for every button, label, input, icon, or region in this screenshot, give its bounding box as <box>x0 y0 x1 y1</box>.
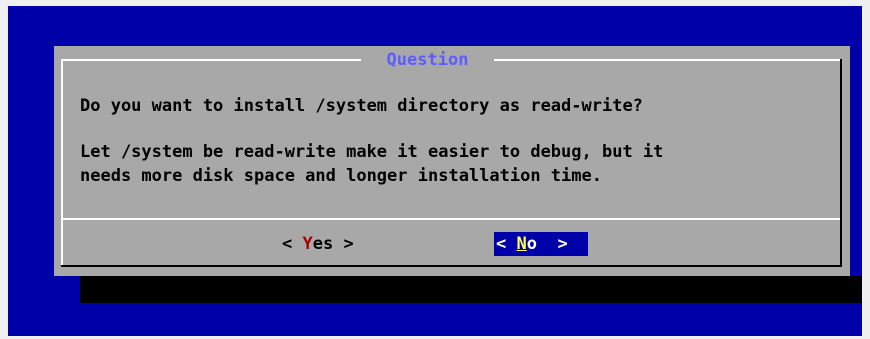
yes-button-open-bracket: < <box>282 234 303 254</box>
button-separator <box>63 218 840 220</box>
yes-button-label: es <box>312 234 334 254</box>
detail-text-line-1: Let /system be read-write make it easier… <box>80 142 664 162</box>
yes-button[interactable]: < Yes > <box>280 232 356 256</box>
no-button[interactable]: < No > <box>494 232 588 256</box>
frame-bottom <box>61 265 842 267</box>
no-button-label: o <box>526 234 537 254</box>
frame-top-left <box>61 59 361 61</box>
no-button-open-bracket: < <box>496 234 517 254</box>
frame-right <box>840 59 842 267</box>
button-separator-end <box>840 218 842 220</box>
frame-top-right <box>494 59 840 61</box>
no-button-close-bracket: > <box>536 234 568 254</box>
question-text: Do you want to install /system directory… <box>80 96 643 116</box>
detail-text-line-2: needs more disk space and longer install… <box>80 166 602 186</box>
yes-button-close-bracket: > <box>333 234 354 254</box>
yes-button-hotkey: Y <box>302 234 313 254</box>
no-button-hotkey: N <box>516 234 527 254</box>
dialog-shadow <box>80 276 862 303</box>
dialog-title: Question <box>386 50 469 70</box>
question-dialog: Question Do you want to install /system … <box>54 46 850 276</box>
frame-left <box>61 59 63 267</box>
